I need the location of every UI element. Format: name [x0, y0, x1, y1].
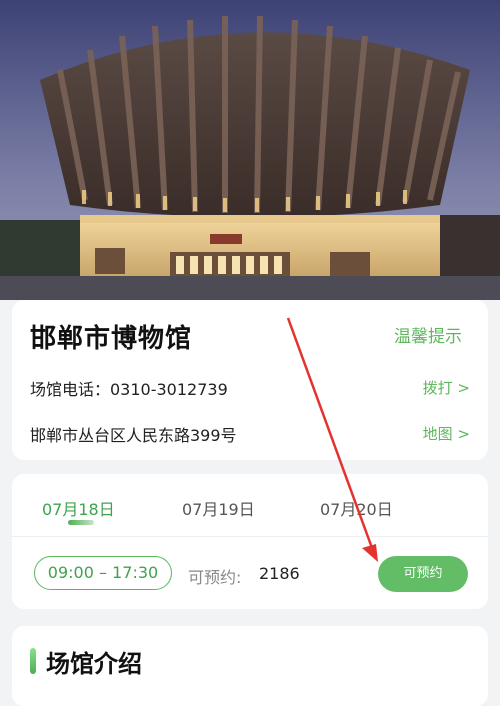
venue-name: 邯郸市博物馆 [30, 324, 193, 354]
divider [12, 536, 488, 537]
venue-hero-image [0, 0, 500, 300]
venue-intro-card: 场馆介绍 [12, 626, 488, 706]
opera-house-illustration [0, 0, 500, 300]
intro-title: 场馆介绍 [46, 650, 142, 678]
venue-phone: 场馆电话：0310-3012739 [30, 380, 228, 399]
venue-address: 邯郸市丛台区人民东路399号 [30, 426, 237, 445]
section-accent-bar [30, 648, 36, 674]
active-tab-indicator [68, 520, 94, 525]
map-link[interactable]: 地图 > [423, 423, 470, 444]
date-tab-3[interactable]: 07月20日 [320, 496, 393, 520]
available-label: 可预约: [188, 568, 242, 587]
tips-link[interactable]: 温馨提示 [394, 322, 462, 347]
call-link[interactable]: 拨打 > [423, 377, 470, 398]
available-count: 2186 [259, 564, 300, 583]
date-tab-2[interactable]: 07月19日 [182, 496, 255, 520]
time-slot-pill[interactable]: 09:00 – 17:30 [34, 556, 172, 590]
date-tab-1[interactable]: 07月18日 [42, 496, 115, 520]
venue-info-card: 邯郸市博物馆 温馨提示 场馆电话：0310-3012739 拨打 > 邯郸市丛台… [12, 300, 488, 460]
book-button[interactable]: 可预约 [378, 556, 468, 592]
date-booking-card: 07月18日 07月19日 07月20日 09:00 – 17:30 可预约: … [12, 474, 488, 609]
